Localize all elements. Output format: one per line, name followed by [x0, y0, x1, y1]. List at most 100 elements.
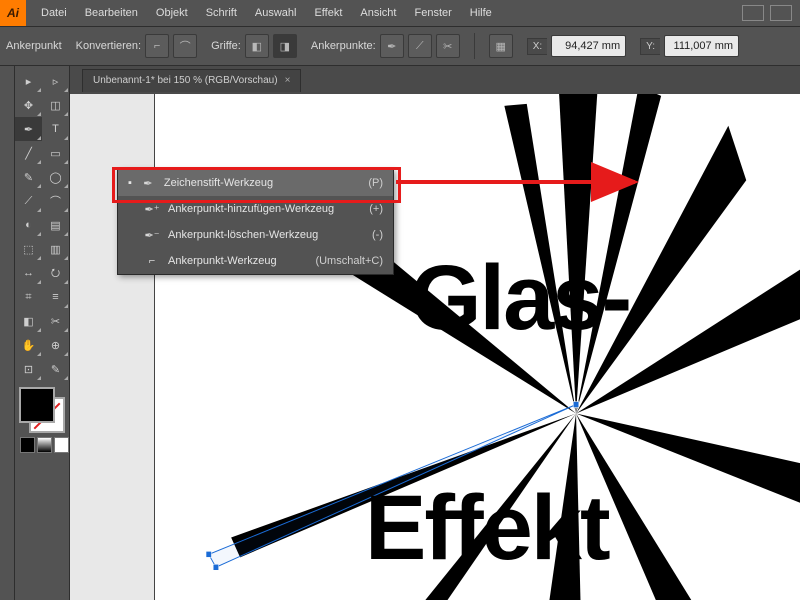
- flyout-marker-icon: ▪: [128, 177, 132, 189]
- menu-objekt[interactable]: Objekt: [147, 0, 197, 26]
- eraser-tool[interactable]: ⌒: [42, 189, 69, 213]
- flyout-shortcut: (+): [369, 203, 383, 215]
- pen-tool[interactable]: ✒: [15, 117, 42, 141]
- menu-fenster[interactable]: Fenster: [405, 0, 460, 26]
- color-mode-icon[interactable]: [20, 437, 35, 453]
- flyout-delete-anchor-tool[interactable]: ✒⁻ Ankerpunkt-löschen-Werkzeug (-): [118, 222, 393, 248]
- menu-bearbeiten[interactable]: Bearbeiten: [76, 0, 147, 26]
- menu-ansicht[interactable]: Ansicht: [351, 0, 405, 26]
- arrange-docs-icon[interactable]: [770, 5, 792, 21]
- canvas[interactable]: Glas- Effekt ▪ ✒ Zeichenstift-Werkzeug (…: [70, 94, 800, 600]
- gradient-mode-icon[interactable]: [37, 437, 52, 453]
- flyout-label: Zeichenstift-Werkzeug: [164, 177, 360, 189]
- type-tool[interactable]: T: [42, 117, 69, 141]
- flyout-label: Ankerpunkt-löschen-Werkzeug: [168, 229, 364, 241]
- flyout-shortcut: (-): [372, 229, 383, 241]
- y-coord-group: Y:: [640, 35, 739, 57]
- document-tabstrip: Unbenannt-1* bei 150 % (RGB/Vorschau) ×: [70, 66, 800, 92]
- blend-tool[interactable]: ✂: [42, 309, 69, 333]
- x-input[interactable]: [555, 39, 622, 53]
- flyout-pen-tool[interactable]: ▪ ✒ Zeichenstift-Werkzeug (P): [118, 170, 393, 196]
- anchors-group: Ankerpunkte: ✒ ⟋ ✂: [311, 34, 460, 58]
- artwork-text-2: Effekt: [365, 476, 609, 581]
- fill-stroke-control[interactable]: [19, 387, 65, 433]
- artboard-tool[interactable]: ⊡: [15, 357, 42, 381]
- remove-anchor-icon[interactable]: ✒: [380, 34, 404, 58]
- perspective-tool[interactable]: ⭮: [42, 261, 69, 285]
- convert-smooth-icon[interactable]: ⌒: [173, 34, 197, 58]
- blob-brush-tool[interactable]: ⟋: [15, 189, 42, 213]
- connect-anchor-icon[interactable]: ⟋: [408, 34, 432, 58]
- control-bar: Ankerpunkt Konvertieren: ⌐ ⌒ Griffe: ◧ ◨…: [0, 27, 800, 66]
- menu-effekt[interactable]: Effekt: [305, 0, 351, 26]
- eyedropper-tool[interactable]: ◧: [15, 309, 42, 333]
- line-tool[interactable]: ╱: [15, 141, 42, 165]
- flyout-label: Ankerpunkt-hinzufügen-Werkzeug: [168, 203, 361, 215]
- pen-icon: ✒: [140, 177, 156, 190]
- artwork-text-1: Glas-: [410, 246, 630, 351]
- canvas-column: Unbenannt-1* bei 150 % (RGB/Vorschau) ×: [70, 66, 800, 600]
- flyout-shortcut: (P): [368, 177, 383, 189]
- shape-builder-tool[interactable]: ↔: [15, 261, 42, 285]
- fill-swatch[interactable]: [19, 387, 55, 423]
- mesh-tool[interactable]: ⌗: [15, 285, 42, 309]
- hide-handles-icon[interactable]: ◨: [273, 34, 297, 58]
- menu-auswahl[interactable]: Auswahl: [246, 0, 306, 26]
- convert-label: Konvertieren:: [76, 40, 141, 52]
- convert-anchor-icon: ⌐: [144, 255, 160, 267]
- y-label: Y:: [640, 38, 660, 55]
- menu-datei[interactable]: Datei: [32, 0, 76, 26]
- scale-tool[interactable]: ▤: [42, 213, 69, 237]
- context-label: Ankerpunkt: [6, 40, 62, 52]
- paintbrush-tool[interactable]: ✎: [15, 165, 42, 189]
- direct-selection-tool[interactable]: ▹: [42, 69, 69, 93]
- magic-wand-tool[interactable]: ✥: [15, 93, 42, 117]
- app-logo-icon: Ai: [0, 0, 26, 26]
- convert-corner-icon[interactable]: ⌐: [145, 34, 169, 58]
- separator: [474, 33, 475, 59]
- pen-minus-icon: ✒⁻: [144, 229, 160, 242]
- lasso-tool[interactable]: ◫: [42, 93, 69, 117]
- reference-point-icon[interactable]: ▦: [489, 34, 513, 58]
- left-dock[interactable]: [0, 66, 15, 600]
- flyout-label: Ankerpunkt-Werkzeug: [168, 255, 307, 267]
- symbol-sprayer-tool[interactable]: ✋: [15, 333, 42, 357]
- handles-group: Griffe: ◧ ◨: [211, 34, 297, 58]
- pencil-tool[interactable]: ◯: [42, 165, 69, 189]
- color-mode-row: [20, 437, 69, 453]
- gradient-tool[interactable]: ≡: [42, 285, 69, 309]
- layout-mode-icon[interactable]: [742, 5, 764, 21]
- flyout-add-anchor-tool[interactable]: ✒⁺ Ankerpunkt-hinzufügen-Werkzeug (+): [118, 196, 393, 222]
- rotate-tool[interactable]: ◐: [15, 213, 42, 237]
- show-handles-icon[interactable]: ◧: [245, 34, 269, 58]
- none-mode-icon[interactable]: [54, 437, 69, 453]
- flyout-shortcut: (Umschalt+C): [315, 255, 383, 267]
- menubar: Ai Datei Bearbeiten Objekt Schrift Auswa…: [0, 0, 800, 27]
- document-tab[interactable]: Unbenannt-1* bei 150 % (RGB/Vorschau) ×: [82, 69, 301, 92]
- work-area: ▸▹ ✥◫ ✒T ╱▭ ✎◯ ⟋⌒ ◐▤ ⬚▥ ↔⭮ ⌗≡ ◧✂ ✋⊕ ⊡✎ U…: [0, 66, 800, 600]
- x-label: X:: [527, 38, 547, 55]
- selection-tool[interactable]: ▸: [15, 69, 42, 93]
- width-tool[interactable]: ⬚: [15, 237, 42, 261]
- handles-label: Griffe:: [211, 40, 241, 52]
- y-input[interactable]: [668, 39, 735, 53]
- anchors-label: Ankerpunkte:: [311, 40, 376, 52]
- cut-anchor-icon[interactable]: ✂: [436, 34, 460, 58]
- pen-plus-icon: ✒⁺: [144, 203, 160, 216]
- convert-group: Konvertieren: ⌐ ⌒: [76, 34, 197, 58]
- free-transform-tool[interactable]: ▥: [42, 237, 69, 261]
- flyout-convert-anchor-tool[interactable]: ⌐ Ankerpunkt-Werkzeug (Umschalt+C): [118, 248, 393, 274]
- document-tab-title: Unbenannt-1* bei 150 % (RGB/Vorschau): [93, 70, 278, 92]
- x-field[interactable]: [551, 35, 626, 57]
- close-tab-icon[interactable]: ×: [285, 70, 291, 92]
- toolbox: ▸▹ ✥◫ ✒T ╱▭ ✎◯ ⟋⌒ ◐▤ ⬚▥ ↔⭮ ⌗≡ ◧✂ ✋⊕ ⊡✎: [15, 66, 70, 600]
- x-coord-group: X:: [527, 35, 626, 57]
- slice-tool[interactable]: ✎: [42, 357, 69, 381]
- rectangle-tool[interactable]: ▭: [42, 141, 69, 165]
- y-field[interactable]: [664, 35, 739, 57]
- menubar-extras: [742, 5, 800, 21]
- menu-schrift[interactable]: Schrift: [197, 0, 246, 26]
- menu-hilfe[interactable]: Hilfe: [461, 0, 501, 26]
- column-graph-tool[interactable]: ⊕: [42, 333, 69, 357]
- pen-tool-flyout: ▪ ✒ Zeichenstift-Werkzeug (P) ✒⁺ Ankerpu…: [117, 169, 394, 275]
